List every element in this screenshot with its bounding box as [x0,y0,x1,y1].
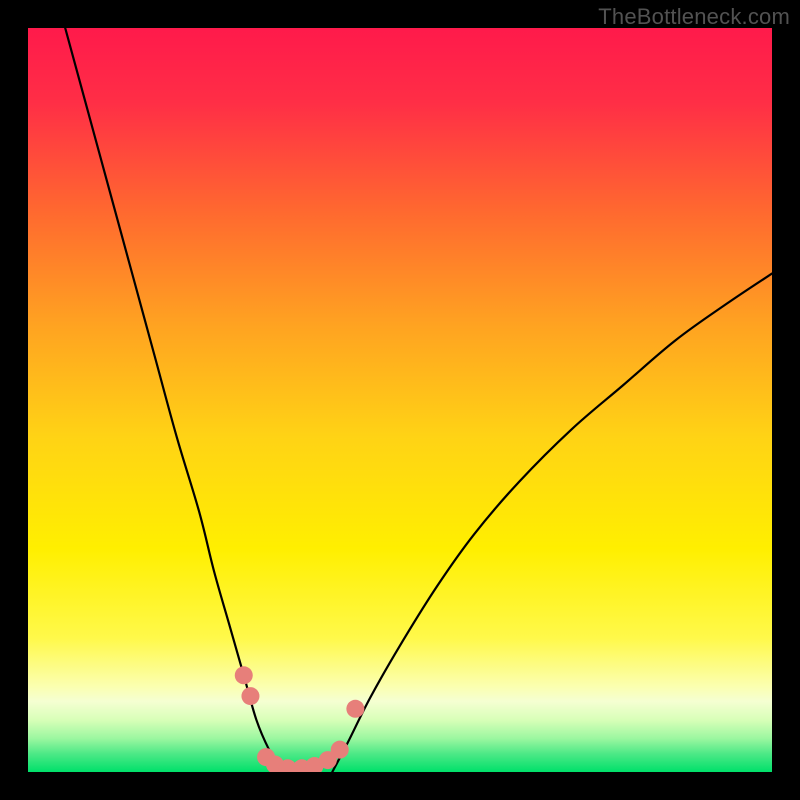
chart-frame: TheBottleneck.com [0,0,800,800]
marker-dot [241,687,259,705]
watermark-text: TheBottleneck.com [598,4,790,30]
marker-dot [346,700,364,718]
chart-markers [28,28,772,772]
plot-area [28,28,772,772]
marker-dot [331,741,349,759]
marker-dot [235,666,253,684]
